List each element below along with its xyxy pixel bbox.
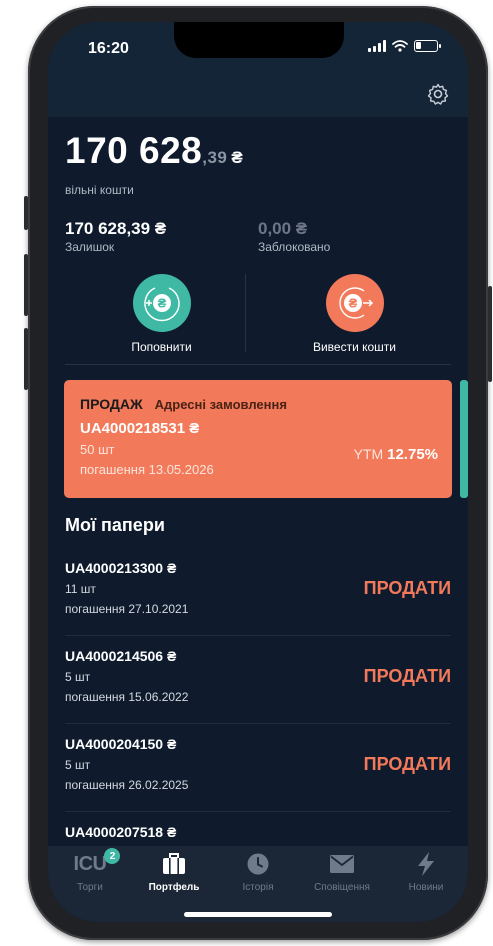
tab-history[interactable]: Історія bbox=[216, 852, 300, 898]
app-screen: 16:20 170 628,39 ₴ вільні кошти 170 628,3… bbox=[48, 22, 468, 922]
tab-notifications[interactable]: Сповіщення bbox=[300, 852, 384, 898]
paper-code: UA4000207518 ₴ bbox=[65, 824, 177, 840]
sell-button[interactable]: ПРОДАТИ bbox=[364, 578, 451, 599]
ytm-label: YTM bbox=[353, 446, 384, 462]
withdraw-label: Вивести кошти bbox=[312, 340, 397, 354]
paper-quantity: 5 шт bbox=[65, 670, 91, 684]
tab-trading-label: Торги bbox=[77, 882, 103, 893]
phone-side-button bbox=[24, 196, 28, 230]
paper-maturity: погашення 26.02.2025 bbox=[65, 778, 189, 792]
envelope-icon-svg bbox=[330, 855, 354, 873]
sell-button[interactable]: ПРОДАТИ bbox=[364, 754, 451, 775]
svg-text:₴: ₴ bbox=[157, 296, 166, 311]
free-balance: 170 628,39 ₴ bbox=[65, 130, 243, 172]
tab-notifications-label: Сповіщення bbox=[314, 882, 370, 893]
actions-divider bbox=[245, 274, 246, 352]
tab-history-label: Історія bbox=[242, 882, 274, 893]
my-papers-title: Мої папери bbox=[65, 515, 165, 535]
tab-portfolio-label: Портфель bbox=[148, 882, 200, 893]
address-order-card[interactable]: ПРОДАЖ Адресні замовлення UA4000218531 ₴… bbox=[64, 380, 452, 498]
paper-code: UA4000204150 ₴ bbox=[65, 736, 177, 752]
paper-code: UA4000214506 ₴ bbox=[65, 648, 177, 664]
order-security-code: UA4000218531 ₴ bbox=[80, 420, 200, 437]
phone-power-button bbox=[488, 286, 492, 382]
paper-quantity: 5 шт bbox=[65, 758, 91, 772]
order-type: ПРОДАЖ bbox=[80, 396, 143, 412]
deposit-button[interactable]: ₴ Поповнити bbox=[65, 274, 258, 358]
paper-code: UA4000213300 ₴ bbox=[65, 560, 177, 576]
phone-volume-down-button bbox=[24, 328, 28, 390]
sell-button[interactable]: ПРОДАТИ bbox=[364, 666, 451, 687]
remaining-label: Залишок bbox=[65, 240, 115, 254]
briefcase-icon-svg bbox=[163, 853, 185, 874]
signal-icon bbox=[368, 40, 386, 52]
clock-icon bbox=[246, 852, 270, 876]
tab-news-label: Новини bbox=[408, 882, 444, 893]
remaining-value: 170 628,39 ₴ bbox=[65, 219, 167, 238]
battery-icon bbox=[414, 40, 441, 52]
icu-logo-icon: ICU 2 bbox=[73, 848, 121, 876]
free-balance-cents: ,39 bbox=[202, 148, 228, 167]
icu-logo-text: ICU bbox=[73, 852, 107, 875]
status-time: 16:20 bbox=[88, 40, 129, 57]
withdraw-hryvnia-arrow-icon: ₴ bbox=[338, 287, 373, 319]
briefcase-icon bbox=[162, 852, 186, 876]
trading-notification-badge: 2 bbox=[104, 848, 121, 864]
clock-icon-svg bbox=[247, 853, 269, 875]
paper-maturity: погашення 27.10.2021 bbox=[65, 602, 189, 616]
blocked-value: 0,00 ₴ bbox=[258, 219, 308, 238]
free-balance-currency: ₴ bbox=[231, 148, 244, 167]
settings-gear-icon[interactable] bbox=[426, 82, 450, 106]
phone-notch bbox=[174, 22, 344, 58]
paper-maturity: погашення 15.06.2022 bbox=[65, 690, 189, 704]
deposit-circle: ₴ bbox=[132, 274, 191, 332]
order-kind: Адресні замовлення bbox=[154, 397, 287, 412]
section-divider bbox=[65, 364, 451, 365]
order-header: ПРОДАЖ Адресні замовлення bbox=[80, 396, 436, 412]
withdraw-circle: ₴ bbox=[325, 274, 384, 332]
status-icons bbox=[368, 40, 441, 52]
lightning-icon-svg bbox=[418, 852, 434, 876]
tab-portfolio[interactable]: Портфель bbox=[132, 852, 216, 898]
phone-volume-up-button bbox=[24, 254, 28, 316]
envelope-icon bbox=[329, 852, 355, 876]
tab-trading[interactable]: ICU 2 Торги bbox=[48, 848, 132, 898]
paper-quantity: 11 шт bbox=[65, 582, 96, 596]
withdraw-button[interactable]: ₴ Вивести кошти bbox=[258, 274, 451, 358]
blocked-label: Заблоковано bbox=[258, 240, 331, 254]
paper-row[interactable]: UA4000214506 ₴ 5 шт погашення 15.06.2022… bbox=[65, 636, 451, 724]
home-indicator[interactable] bbox=[184, 912, 332, 917]
next-order-card-peek[interactable] bbox=[460, 380, 468, 498]
bottom-tab-bar: ICU 2 Торги Портфель Історія Сповіщення … bbox=[48, 846, 468, 922]
lightning-icon bbox=[415, 852, 437, 876]
deposit-label: Поповнити bbox=[131, 340, 192, 354]
paper-row[interactable]: UA4000213300 ₴ 11 шт погашення 27.10.202… bbox=[65, 548, 451, 636]
free-balance-integer: 170 628 bbox=[65, 130, 203, 171]
ytm-value: 12.75% bbox=[387, 446, 438, 463]
order-maturity: погашення 13.05.2026 bbox=[80, 462, 214, 477]
svg-text:₴: ₴ bbox=[348, 296, 357, 311]
funds-actions: ₴ Поповнити ₴ Вивести кошти bbox=[65, 274, 451, 358]
order-ytm: YTM 12.75% bbox=[354, 446, 438, 463]
wifi-icon bbox=[392, 40, 408, 52]
deposit-hryvnia-plus-icon: ₴ bbox=[143, 287, 180, 322]
paper-row[interactable]: UA4000204150 ₴ 5 шт погашення 26.02.2025… bbox=[65, 724, 451, 812]
free-balance-label: вільні кошти bbox=[65, 183, 134, 197]
tab-news[interactable]: Новини bbox=[384, 852, 468, 898]
